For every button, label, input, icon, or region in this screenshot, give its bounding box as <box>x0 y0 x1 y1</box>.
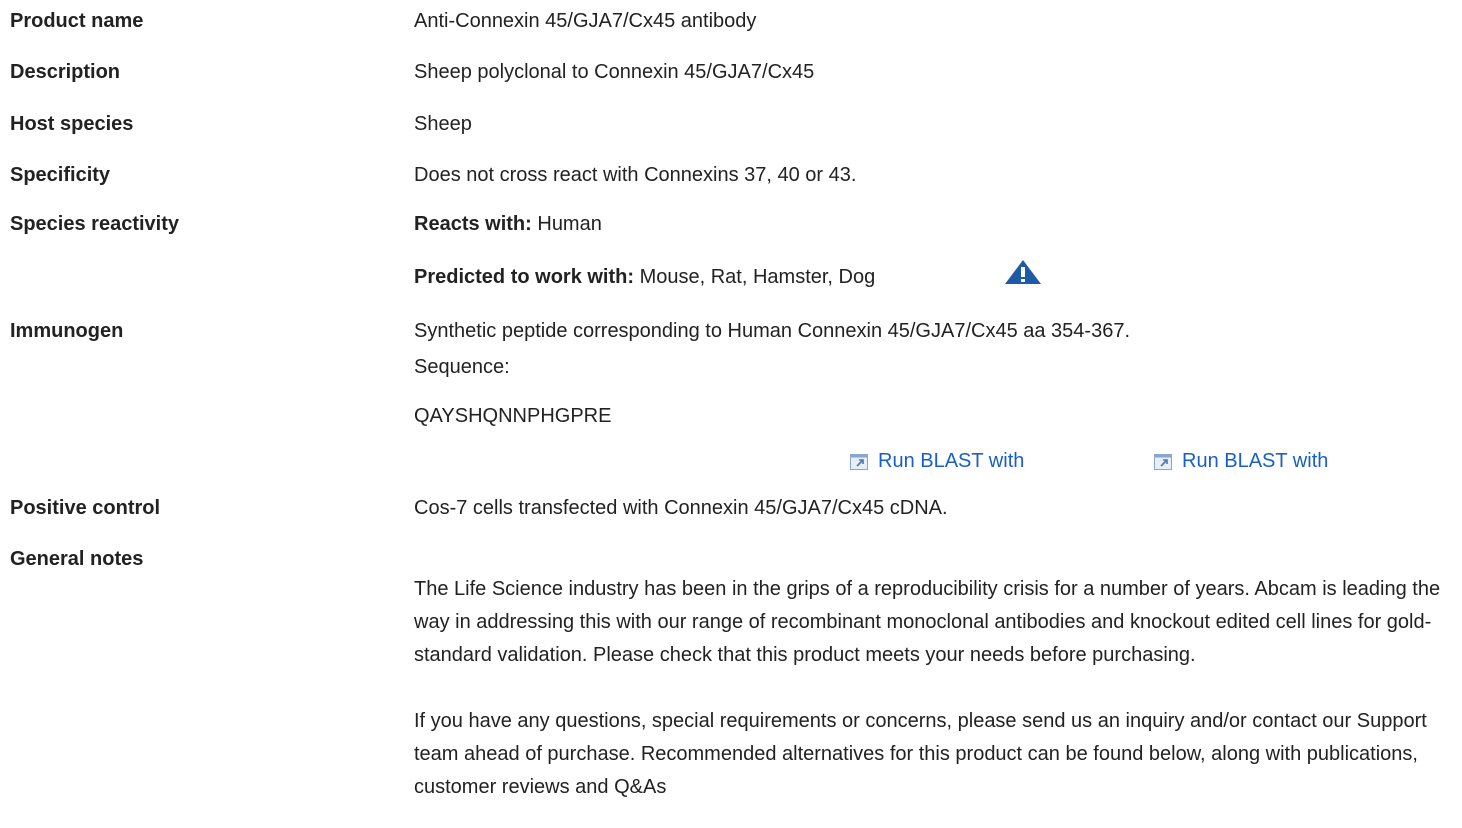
run-blast-label-2[interactable]: Run BLAST with <box>1182 450 1328 473</box>
run-blast-label-1[interactable]: Run BLAST with <box>878 450 1024 473</box>
sequence-label: Sequence: <box>414 356 510 378</box>
predicted-to-work-with: Predicted to work with: Mouse, Rat, Hams… <box>414 266 1452 289</box>
external-link-icon <box>1154 453 1172 470</box>
predicted-label: Predicted to work with: <box>414 266 635 288</box>
description-value: Sheep polyclonal to Connexin 45/GJA7/Cx4… <box>414 61 815 83</box>
predicted-value: Mouse, Rat, Hamster, Dog <box>634 266 876 288</box>
warning-triangle-icon[interactable] <box>1004 259 1042 285</box>
general-notes-paragraph-2: If you have any questions, special requi… <box>414 710 1427 798</box>
sequence-value: QAYSHQNNPHGPRE <box>414 405 612 427</box>
general-notes-paragraph-1: The Life Science industry has been in th… <box>414 578 1441 666</box>
general-notes-label: General notes <box>10 548 144 570</box>
immunogen-label: Immunogen <box>10 320 124 342</box>
product-name-value: Anti-Connexin 45/GJA7/Cx45 antibody <box>414 10 757 32</box>
external-link-icon <box>850 453 868 470</box>
positive-control-value: Cos-7 cells transfected with Connexin 45… <box>414 497 948 519</box>
run-blast-link-1[interactable]: Run BLAST with <box>850 450 1024 473</box>
immunogen-description: Synthetic peptide corresponding to Human… <box>414 320 1131 342</box>
positive-control-label: Positive control <box>10 497 161 519</box>
specificity-label: Specificity <box>10 164 111 186</box>
host-species-label: Host species <box>10 113 134 135</box>
run-blast-link-2[interactable]: Run BLAST with <box>1154 450 1328 473</box>
specificity-value: Does not cross react with Connexins 37, … <box>414 164 857 186</box>
reacts-with: Reacts with: Human <box>414 213 1452 236</box>
product-name-label: Product name <box>10 10 144 32</box>
species-reactivity-label: Species reactivity <box>10 213 179 235</box>
reacts-with-label: Reacts with: <box>414 213 532 235</box>
reacts-with-value: Human <box>531 213 602 235</box>
description-label: Description <box>10 61 121 83</box>
host-species-value: Sheep <box>414 113 472 135</box>
